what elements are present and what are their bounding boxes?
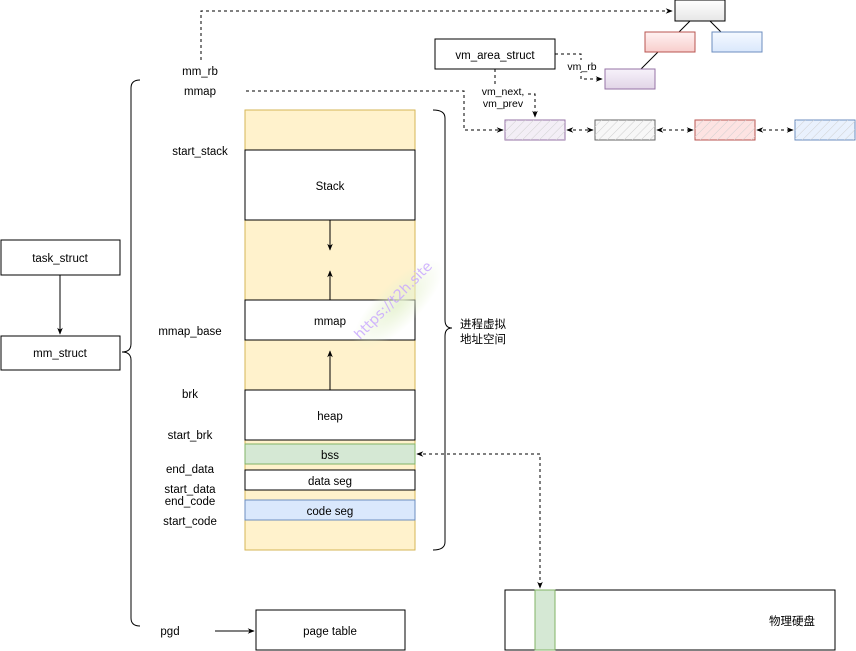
vm-next-label: vm_next, xyxy=(482,86,525,98)
field-start-code: start_code xyxy=(163,516,217,528)
process-memory-diagram: task_struct mm_struct mm_rb mmap start_s… xyxy=(0,0,856,651)
field-start-brk: start_brk xyxy=(168,430,213,442)
bss-disk-link xyxy=(416,451,543,589)
heap-segment[interactable]: heap xyxy=(244,389,416,441)
code-segment[interactable]: code seg xyxy=(244,499,416,521)
address-space-label-line2: 地址空间 xyxy=(460,332,506,346)
mm-struct-node[interactable]: mm_struct xyxy=(0,335,121,371)
code-seg-label: code seg xyxy=(307,506,354,518)
field-brk: brk xyxy=(182,389,198,401)
address-space-brace xyxy=(432,109,453,551)
page-table-node[interactable]: page table xyxy=(255,609,406,651)
task-struct-label: task_struct xyxy=(32,253,88,265)
physical-disk-node[interactable]: 物理硬盘 xyxy=(504,589,836,651)
field-end-data: end_data xyxy=(166,464,215,476)
address-space-label-line1: 进程虚拟 xyxy=(460,317,506,331)
rb-tree-root-node[interactable] xyxy=(674,0,726,22)
field-mmap-base: mmap_base xyxy=(158,326,221,338)
rb-tree-blue-node[interactable] xyxy=(711,31,763,53)
mm-struct-label: mm_struct xyxy=(33,348,87,360)
data-segment[interactable]: data seg xyxy=(244,469,416,491)
stack-segment[interactable]: Stack xyxy=(244,149,416,221)
data-seg-label: data seg xyxy=(308,476,352,488)
mm-struct-brace xyxy=(121,79,141,627)
bss-label: bss xyxy=(321,450,339,462)
field-mm-rb: mm_rb xyxy=(182,66,218,78)
vma-node-hatch xyxy=(795,120,855,140)
vm-area-struct-node[interactable]: vm_area_struct xyxy=(434,38,556,70)
vm-rb-label: vm_rb xyxy=(567,61,596,73)
rb-tree-purple-node[interactable] xyxy=(604,68,656,90)
physical-disk-label: 物理硬盘 xyxy=(769,614,815,628)
bss-segment[interactable]: bss xyxy=(244,443,416,465)
vm-next-arrow xyxy=(528,93,538,118)
vma-node-hatch xyxy=(595,120,655,140)
tree-edge-root-red xyxy=(677,20,691,34)
heap-label: heap xyxy=(317,411,343,423)
vma-node-hatch xyxy=(695,120,755,140)
field-mmap: mmap xyxy=(184,86,216,98)
field-start-stack: start_stack xyxy=(172,146,228,158)
vm-area-struct-label: vm_area_struct xyxy=(455,50,535,62)
page-table-label: page table xyxy=(303,626,357,638)
tree-edge-root-blue xyxy=(709,20,723,34)
task-struct-node[interactable]: task_struct xyxy=(0,239,121,276)
rb-tree-red-node[interactable] xyxy=(644,31,696,53)
field-end-code: end_code xyxy=(165,496,216,508)
mmap-label: mmap xyxy=(314,316,346,328)
vm-prev-label: vm_prev xyxy=(483,98,524,110)
disk-bss-block xyxy=(534,589,556,651)
field-pgd: pgd xyxy=(160,626,179,638)
stack-label: Stack xyxy=(316,181,345,193)
field-start-data: start_data xyxy=(164,484,216,496)
vma-node-hatch xyxy=(505,120,565,140)
tree-edge-red-purple xyxy=(640,51,659,70)
